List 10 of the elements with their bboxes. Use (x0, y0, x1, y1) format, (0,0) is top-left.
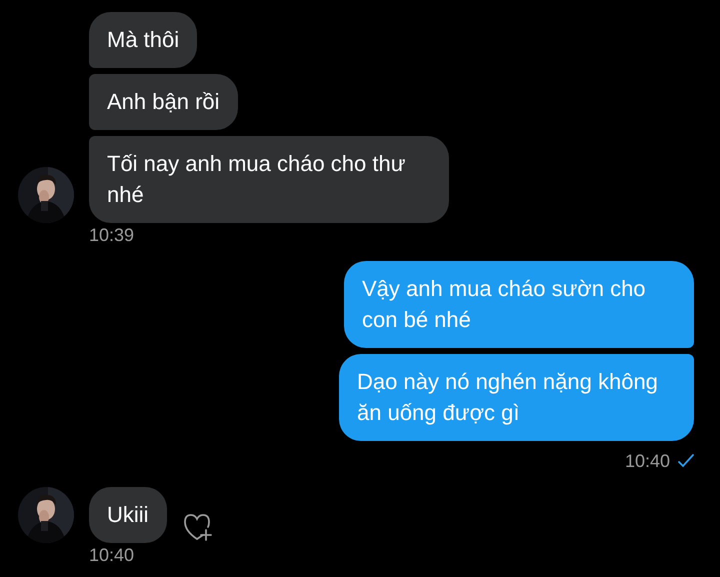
timestamp: 10:39 (89, 224, 136, 247)
message-bubble: Mà thôi (89, 12, 198, 68)
message-bubble: Ukiii (89, 487, 167, 543)
message-bubble: Vậy anh mua cháo sườn cho con bé nhé (344, 261, 694, 348)
timestamp: 10:40 (624, 450, 670, 473)
message-bubble: Tối nay anh mua cháo cho thư nhé (89, 136, 449, 223)
message-bubble: Anh bận rồi (89, 74, 238, 130)
message-bubble: Dạo này nó nghén nặng không ăn uống được gì (339, 354, 694, 441)
timestamp: 10:40 (89, 544, 136, 567)
heart-add-icon[interactable] (182, 513, 213, 541)
